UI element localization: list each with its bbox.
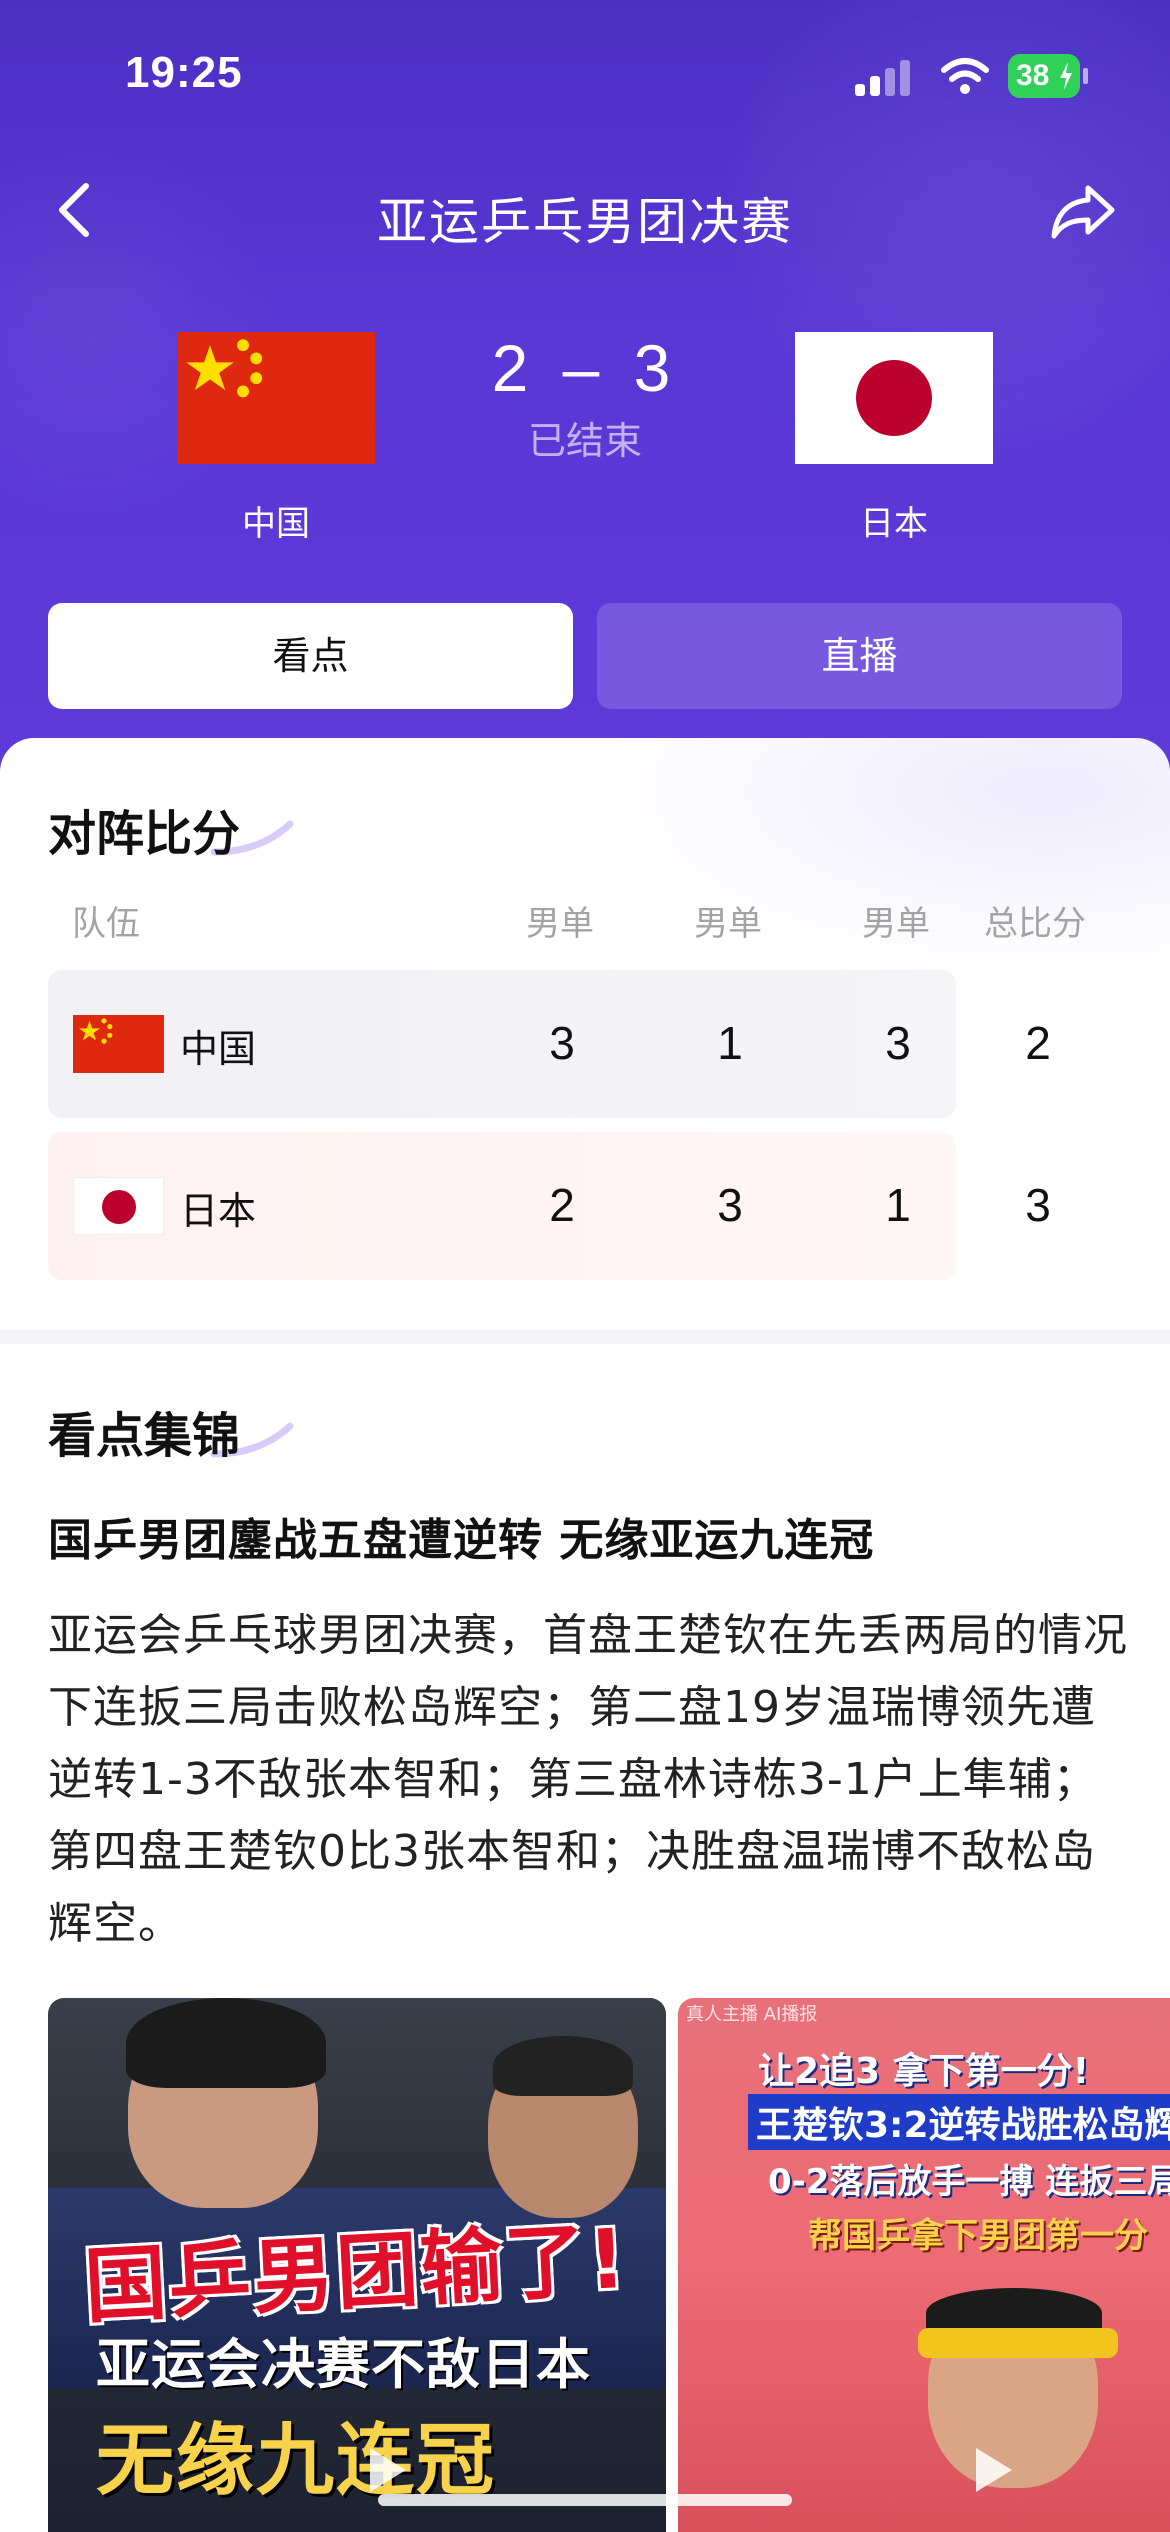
- column-header-singles-2: 男单: [694, 904, 762, 944]
- away-team-name: 日本: [860, 504, 928, 544]
- battery-indicator: 38: [1008, 54, 1080, 98]
- column-header-team: 队伍: [72, 904, 140, 944]
- scoreboard-title: 对阵比分: [48, 806, 241, 862]
- row-team-name: 中国: [180, 1027, 257, 1071]
- play-icon[interactable]: [958, 2438, 1022, 2502]
- column-header-singles-3: 男单: [862, 904, 930, 944]
- home-team-name: 中国: [242, 504, 310, 544]
- cellular-signal-icon: [855, 58, 915, 96]
- video-caption-line-4: 帮国乒拿下男团第一分: [808, 2216, 1148, 2256]
- video-thumbnail-2[interactable]: 真人主播 AI播报 让2追3 拿下第一分! 王楚钦3:2逆转战胜松岛辉 0-2落…: [678, 1998, 1170, 2532]
- total-score-cell: 3: [1025, 1179, 1051, 1231]
- video-caption-line-3: 0-2落后放手一搏 连扳三局: [768, 2162, 1170, 2202]
- section-divider: [0, 1330, 1170, 1344]
- status-bar: 19:25 38: [0, 0, 1170, 150]
- nav-bar: 亚运乒乓男团决赛: [0, 160, 1170, 260]
- china-flag-small: [73, 1015, 164, 1073]
- video-caption-sub: 亚运会决赛不敌日本: [96, 2333, 591, 2396]
- score-cell: 2: [549, 1179, 575, 1231]
- total-score-cell: 2: [1025, 1017, 1051, 1069]
- score-cell: 3: [885, 1017, 911, 1069]
- status-time: 19:25: [125, 48, 243, 97]
- score-cell: 1: [717, 1017, 743, 1069]
- news-headline[interactable]: 国乒男团鏖战五盘遭逆转 无缘亚运九连冠: [48, 1504, 874, 1568]
- charging-bolt-icon: [1060, 62, 1072, 90]
- highlights-title: 看点集锦: [48, 1408, 241, 1464]
- column-header-total: 总比分: [984, 904, 1086, 944]
- news-summary: 亚运会乒乓球男团决赛，首盘王楚钦在先丢两局的情况下连扳三局击败松岛辉空；第二盘1…: [48, 1610, 1128, 1949]
- video-thumbnail-1[interactable]: 国乒男团输了! 亚运会决赛不敌日本 无缘九连冠: [48, 1998, 666, 2532]
- tab-highlights[interactable]: 看点: [48, 603, 573, 709]
- match-status: 已结束: [527, 419, 642, 463]
- video-tag: 真人主播 AI播报: [686, 2004, 818, 2025]
- score-cell: 3: [549, 1017, 575, 1069]
- match-score: 2 – 3: [491, 331, 679, 405]
- battery-level: 38: [1016, 59, 1050, 92]
- home-indicator[interactable]: [378, 2494, 792, 2506]
- share-icon[interactable]: [1048, 178, 1118, 242]
- tab-live[interactable]: 直播: [597, 603, 1122, 709]
- score-cell: 1: [885, 1179, 911, 1231]
- video-caption-line-1: 让2追3 拿下第一分!: [758, 2051, 1090, 2092]
- japan-flag-small: [73, 1177, 164, 1235]
- wifi-icon: [941, 58, 989, 94]
- play-icon[interactable]: [352, 2438, 416, 2502]
- japan-flag: [795, 332, 993, 464]
- china-flag: [177, 332, 375, 464]
- video-caption-line-2: 王楚钦3:2逆转战胜松岛辉: [748, 2094, 1170, 2150]
- page-title: 亚运乒乓男团决赛: [377, 193, 793, 251]
- score-cell: 3: [717, 1179, 743, 1231]
- column-header-singles-1: 男单: [526, 904, 594, 944]
- row-team-name: 日本: [180, 1189, 257, 1233]
